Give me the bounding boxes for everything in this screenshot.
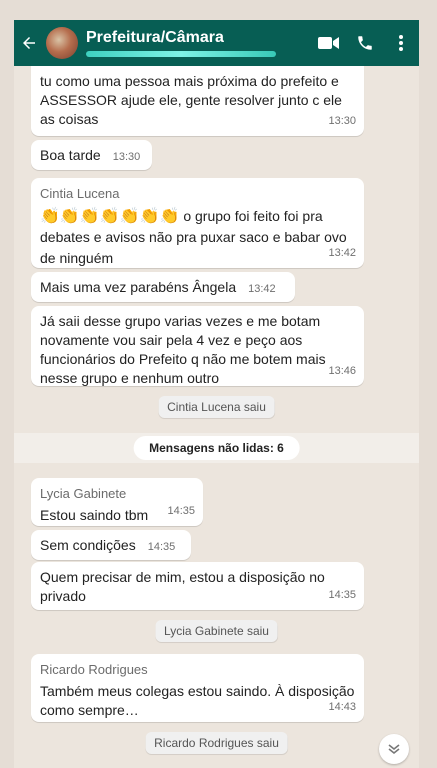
scroll-down-icon [388,744,400,755]
message-text: Sem condições [40,537,136,553]
system-message: Ricardo Rodrigues saiu [145,732,288,754]
unread-messages-label: Mensagens não lidas: 6 [133,436,300,460]
message-text: Quem precisar de mim, estou a disposição… [40,569,325,604]
back-button[interactable] [14,20,44,66]
more-options-button[interactable] [383,20,419,66]
chat-title-area[interactable]: Prefeitura/Câmara [86,29,311,57]
message-bubble[interactable]: Boa tarde 13:30 [31,140,152,170]
message-bubble[interactable]: tu como uma pessoa mais próxima do prefe… [31,66,364,136]
message-bubble[interactable]: Mais uma vez parabéns Ângela 13:42 [31,272,295,302]
clapping-hands-emoji: 👏👏👏👏👏👏👏 [40,208,180,225]
message-bubble[interactable]: Cintia Lucena 👏👏👏👏👏👏👏 o grupo foi feito … [31,178,364,268]
chat-header: Prefeitura/Câmara [14,20,419,66]
back-arrow-icon [23,37,35,49]
message-time: 14:35 [328,589,356,601]
message-time: 13:42 [248,283,276,295]
message-time: 14:35 [147,541,176,553]
message-bubble[interactable]: Ricardo Rodrigues Também meus colegas es… [31,654,364,722]
group-avatar[interactable] [46,27,78,59]
message-text: Já saii desse grupo varias vezes e me bo… [40,313,326,386]
video-call-button[interactable] [311,20,347,66]
scroll-to-bottom-button[interactable] [379,734,409,764]
more-options-icon [399,35,403,51]
message-time: 13:30 [328,115,356,127]
video-call-icon [318,37,339,49]
system-message: Lycia Gabinete saiu [155,620,278,642]
message-time: 14:35 [167,505,195,517]
message-sender: Lycia Gabinete [40,486,127,501]
message-text: Boa tarde [40,147,101,163]
message-text: Mais uma vez parabéns Ângela [40,279,237,295]
voice-call-button[interactable] [347,20,383,66]
chat-title: Prefeitura/Câmara [86,29,224,46]
message-sender: Cintia Lucena [40,186,120,201]
message-time: 14:43 [328,701,356,713]
message-sender: Ricardo Rodrigues [40,662,148,677]
message-text: tu como uma pessoa mais próxima do prefe… [40,73,342,127]
message-time: 13:46 [328,365,356,377]
voice-call-icon [358,36,372,50]
message-text: Também meus colegas estou saindo. À disp… [40,683,355,718]
message-bubble[interactable]: Quem precisar de mim, estou a disposição… [31,562,364,610]
message-time: 13:30 [112,151,141,163]
system-message: Cintia Lucena saiu [158,396,275,418]
message-bubble[interactable]: Já saii desse grupo varias vezes e me bo… [31,306,364,386]
message-time: 13:42 [328,247,356,259]
message-list[interactable]: tu como uma pessoa mais próxima do prefe… [14,66,419,768]
message-bubble[interactable]: Sem condições 14:35 [31,530,191,560]
message-bubble[interactable]: Lycia Gabinete Estou saindo tbm 14:35 [31,478,203,526]
participants-redacted [86,51,276,57]
